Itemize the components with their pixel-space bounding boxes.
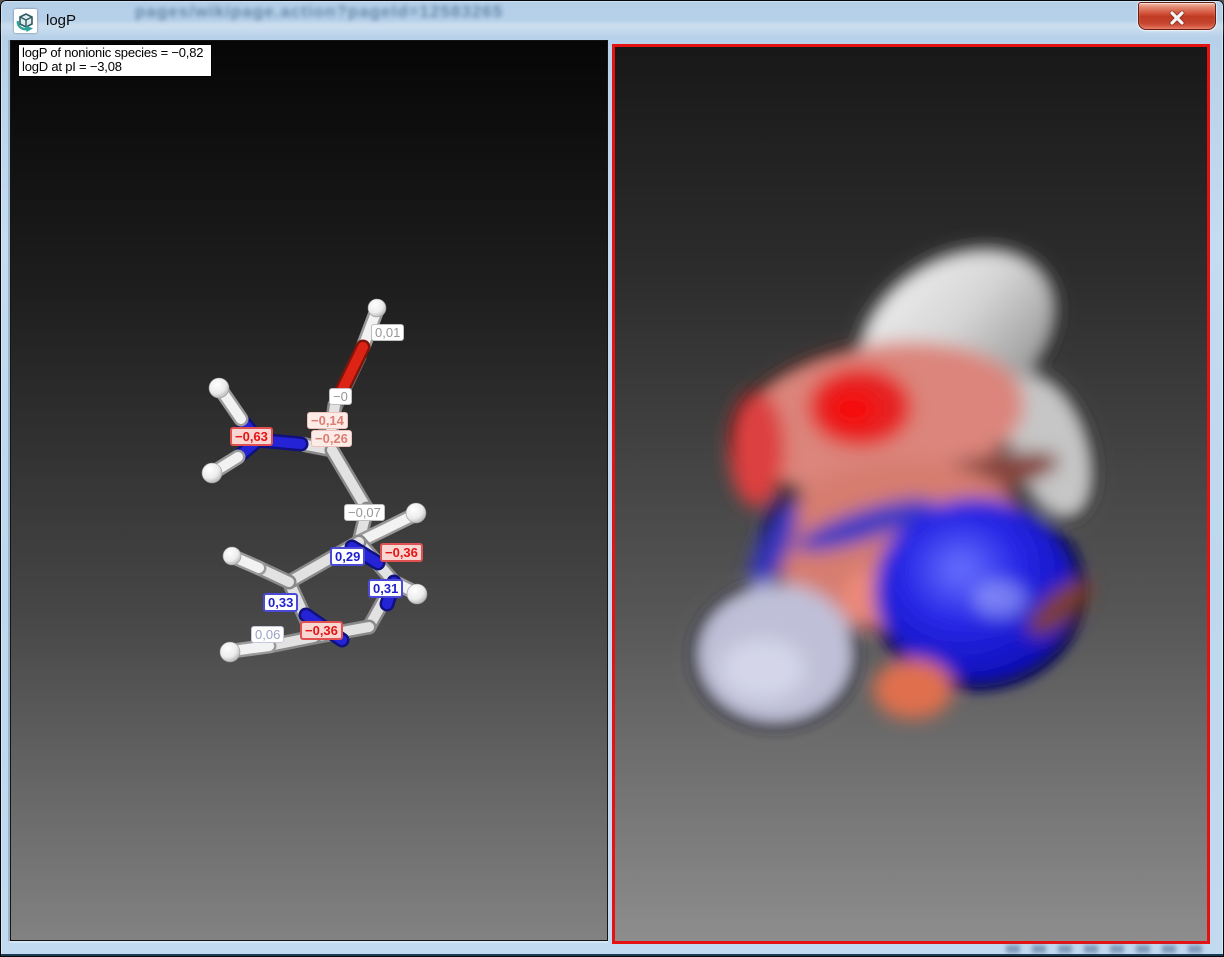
logp-surface-render — [615, 47, 1207, 941]
atom-logp-label: −0,36 — [380, 543, 423, 562]
atom-logp-label: −0 — [329, 388, 352, 405]
marvin-app-icon — [14, 9, 37, 33]
titlebar-glass-reflection: pages/wikipage.action?pageId=12583265 — [135, 2, 503, 22]
atom-logp-label: 0,31 — [368, 579, 403, 598]
atom-logp-label: −0,07 — [344, 504, 385, 521]
window-title: logP — [46, 12, 76, 29]
surface-color-lobes — [693, 212, 1112, 727]
logp-plugin-window: pages/wikipage.action?pageId=12583265 lo… — [0, 0, 1224, 957]
atom-logp-label: 0,01 — [371, 324, 404, 341]
atom-logp-label: −0,36 — [300, 621, 343, 640]
logp-info-box: logP of nonionic species = −0,82 logD at… — [18, 44, 212, 77]
logd-info-line: logD at pI = −3,08 — [22, 60, 203, 74]
atom-logp-label: −0,26 — [311, 430, 352, 447]
molecule-3d-render — [11, 41, 607, 940]
atom-logp-label: −0,63 — [230, 427, 273, 446]
atom-logp-label: −0,14 — [307, 412, 348, 429]
surface-3d-viewer-panel[interactable] — [612, 44, 1210, 944]
marvin-cube-icon — [15, 11, 36, 32]
atom-logp-label: 0,29 — [330, 547, 365, 566]
atom-logp-label: 0,33 — [263, 593, 298, 612]
frame-glass-smudge — [1006, 945, 1206, 953]
atom-logp-label: 0,06 — [251, 626, 284, 643]
close-icon — [1167, 10, 1187, 26]
titlebar-glass-highlight — [1, 23, 1223, 38]
logp-info-line: logP of nonionic species = −0,82 — [22, 46, 203, 60]
structure-3d-viewer-panel[interactable]: logP of nonionic species = −0,82 logD at… — [10, 40, 608, 941]
close-button[interactable] — [1138, 2, 1216, 30]
titlebar[interactable]: pages/wikipage.action?pageId=12583265 lo… — [1, 1, 1223, 40]
